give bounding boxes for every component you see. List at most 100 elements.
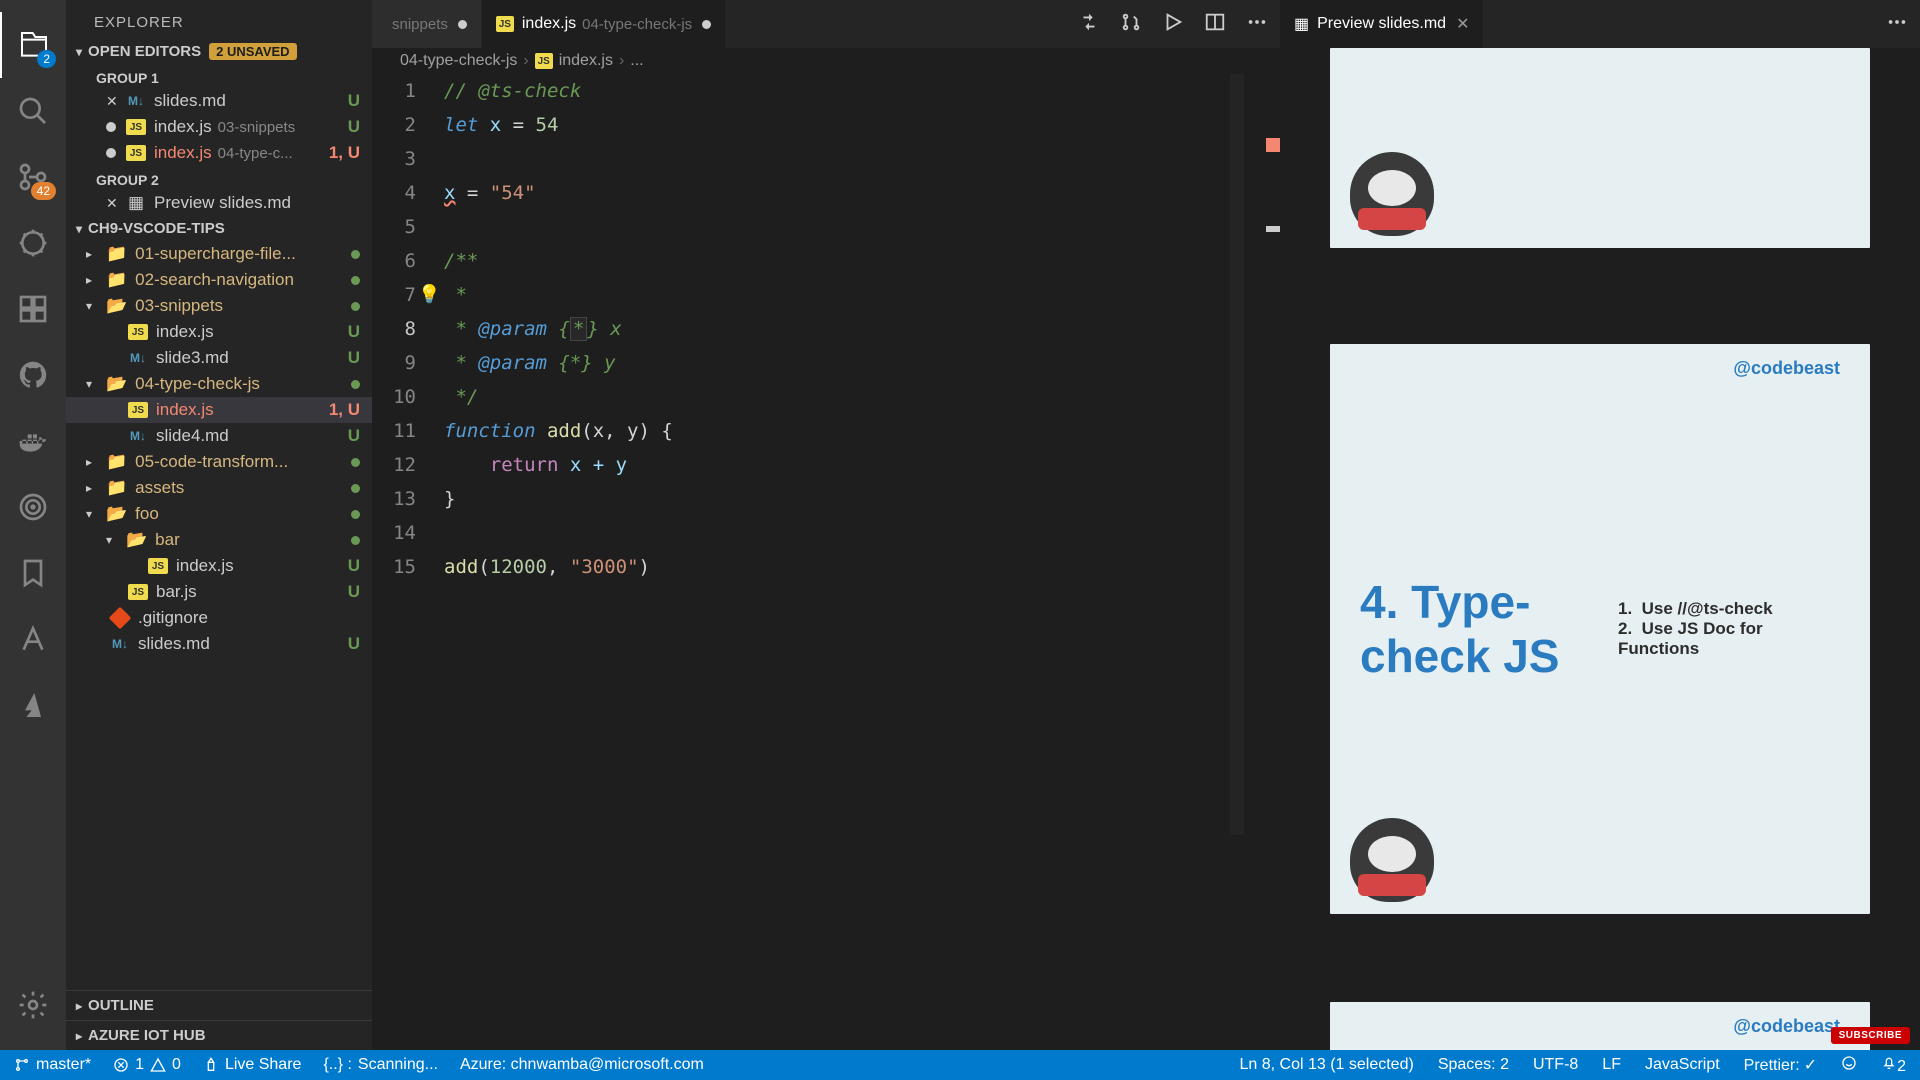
azure-icon[interactable] [0,672,66,738]
folder-03[interactable]: ▾📂03-snippets [66,293,372,319]
group-1-label: GROUP 1 [66,64,372,88]
file-slides-root[interactable]: M↓slides.mdU [66,631,372,657]
folder-02[interactable]: ▸📁02-search-navigation [66,267,372,293]
tab-bar: snippets JSindex.js04-type-check-js [372,0,1280,48]
extensions-icon[interactable] [0,276,66,342]
tab-index-04[interactable]: JSindex.js04-type-check-js [482,0,726,48]
status-branch[interactable]: master* [14,1056,91,1074]
dirty-dot-icon [106,122,116,132]
group-2-label: GROUP 2 [66,166,372,190]
open-editor-slides[interactable]: ✕M↓slides.mdU [66,88,372,114]
outline-header[interactable]: ▸OUTLINE [66,990,372,1020]
modified-dot-icon [351,302,360,311]
target-icon[interactable] [0,474,66,540]
git-pull-icon[interactable] [1120,11,1142,38]
status-azure[interactable]: Azure: chnwamba@microsoft.com [460,1056,704,1074]
debug-icon[interactable] [0,210,66,276]
dirty-dot-icon [702,20,711,29]
settings-icon[interactable] [0,972,66,1038]
split-icon[interactable] [1204,11,1226,38]
folder-05[interactable]: ▸📁05-code-transform... [66,449,372,475]
folder-open-icon: 📂 [106,504,127,524]
status-bell[interactable]: 2 [1881,1055,1906,1076]
tab-preview[interactable]: ▦Preview slides.md✕ [1280,0,1484,48]
folder-icon: 📁 [106,452,127,472]
status-language[interactable]: JavaScript [1645,1056,1720,1074]
docker-icon[interactable] [0,408,66,474]
sidebar: EXPLORER ▾ OPEN EDITORS 2 UNSAVED GROUP … [66,0,372,1050]
preview-body[interactable]: @codebeast 4. Type-check JS 1. Use //@ts… [1280,48,1920,1050]
status-scanning[interactable]: {..} :Scanning... [323,1056,438,1074]
dirty-dot-icon [458,20,467,29]
open-editor-index-04[interactable]: JSindex.js04-type-c...1, U [66,140,372,166]
chevron-right-icon: ▸ [76,1029,82,1043]
open-editor-preview[interactable]: ✕▦Preview slides.md [66,190,372,216]
js-icon: JS [128,584,148,600]
close-icon[interactable]: ✕ [106,195,116,212]
file-index-03[interactable]: JSindex.jsU [66,319,372,345]
open-editors-header[interactable]: ▾ OPEN EDITORS 2 UNSAVED [66,39,372,64]
more-icon[interactable] [1246,11,1268,38]
handle-text: @codebeast [1733,358,1840,379]
code-area[interactable]: 💡 // @ts-check let x = 54 x = "54" /** *… [444,74,1262,1050]
lightbulb-icon[interactable]: 💡 [418,278,440,312]
editor-pane: snippets JSindex.js04-type-check-js 04-t… [372,0,1280,1050]
explorer-icon[interactable]: 2 [0,12,66,78]
file-slide3[interactable]: M↓slide3.mdU [66,345,372,371]
open-editor-index-03[interactable]: JSindex.js03-snippetsU [66,114,372,140]
status-liveshare[interactable]: Live Share [203,1056,302,1074]
chevron-down-icon: ▾ [76,45,82,59]
search-icon[interactable] [0,78,66,144]
modified-dot-icon [351,510,360,519]
scrollbar[interactable] [1230,74,1244,835]
azure-iot-header[interactable]: ▸AZURE IOT HUB [66,1020,372,1050]
status-spaces[interactable]: Spaces: 2 [1438,1056,1509,1074]
status-eol[interactable]: LF [1602,1056,1621,1074]
chevron-down-icon: ▾ [86,377,100,391]
file-gitignore[interactable]: .gitignore [66,605,372,631]
modified-dot-icon [351,458,360,467]
file-bar-index[interactable]: JSindex.jsU [66,553,372,579]
breadcrumb[interactable]: 04-type-check-js› JSindex.js› ... [372,48,1280,74]
file-index-04[interactable]: JSindex.js1, U [66,397,372,423]
close-icon[interactable]: ✕ [1456,14,1469,34]
status-prettier[interactable]: Prettier: [1744,1055,1817,1075]
folder-bar[interactable]: ▾📂bar [66,527,372,553]
js-icon: JS [126,119,146,135]
chevron-right-icon: ▸ [76,999,82,1013]
dirty-dot-icon [106,148,116,158]
workspace-header[interactable]: ▾CH9-VSCODE-TIPS [66,216,372,241]
folder-04[interactable]: ▾📂04-type-check-js [66,371,372,397]
folder-01[interactable]: ▸📁01-supercharge-file... [66,241,372,267]
folder-assets[interactable]: ▸📁assets [66,475,372,501]
more-icon[interactable] [1886,11,1908,38]
scm-icon[interactable]: 42 [0,144,66,210]
preview-pane: ▦Preview slides.md✕ @codebeast 4. Type-c… [1280,0,1920,1050]
error-marker[interactable] [1266,138,1280,152]
file-bar-js[interactable]: JSbar.jsU [66,579,372,605]
chevron-right-icon: › [523,52,528,70]
close-icon[interactable]: ✕ [106,93,116,110]
preview-icon: ▦ [1294,14,1309,34]
tab-index-snippets[interactable]: snippets [372,0,482,48]
github-icon[interactable] [0,342,66,408]
file-slide4[interactable]: M↓slide4.mdU [66,423,372,449]
status-selection[interactable]: Ln 8, Col 13 (1 selected) [1239,1056,1413,1074]
subscribe-button[interactable]: SUBSCRIBE [1831,1027,1910,1044]
editor-body[interactable]: 123456789101112131415 💡 // @ts-check let… [372,74,1280,1050]
file-tree: ▸📁01-supercharge-file... ▸📁02-search-nav… [66,241,372,990]
slide-prev [1330,48,1870,248]
overview-ruler[interactable] [1262,74,1280,1050]
run-icon[interactable] [1162,11,1184,38]
status-problems[interactable]: 10 [113,1056,181,1074]
bookmark-icon[interactable] [0,540,66,606]
feedback-icon[interactable] [1841,1055,1857,1076]
js-icon: JS [148,558,168,574]
handle-text: @codebeast [1733,1016,1840,1037]
status-encoding[interactable]: UTF-8 [1533,1056,1578,1074]
chevron-down-icon: ▾ [76,222,82,236]
folder-foo[interactable]: ▾📂foo [66,501,372,527]
misc-icon[interactable] [0,606,66,672]
mascot-icon [1350,152,1434,236]
compare-icon[interactable] [1078,11,1100,38]
